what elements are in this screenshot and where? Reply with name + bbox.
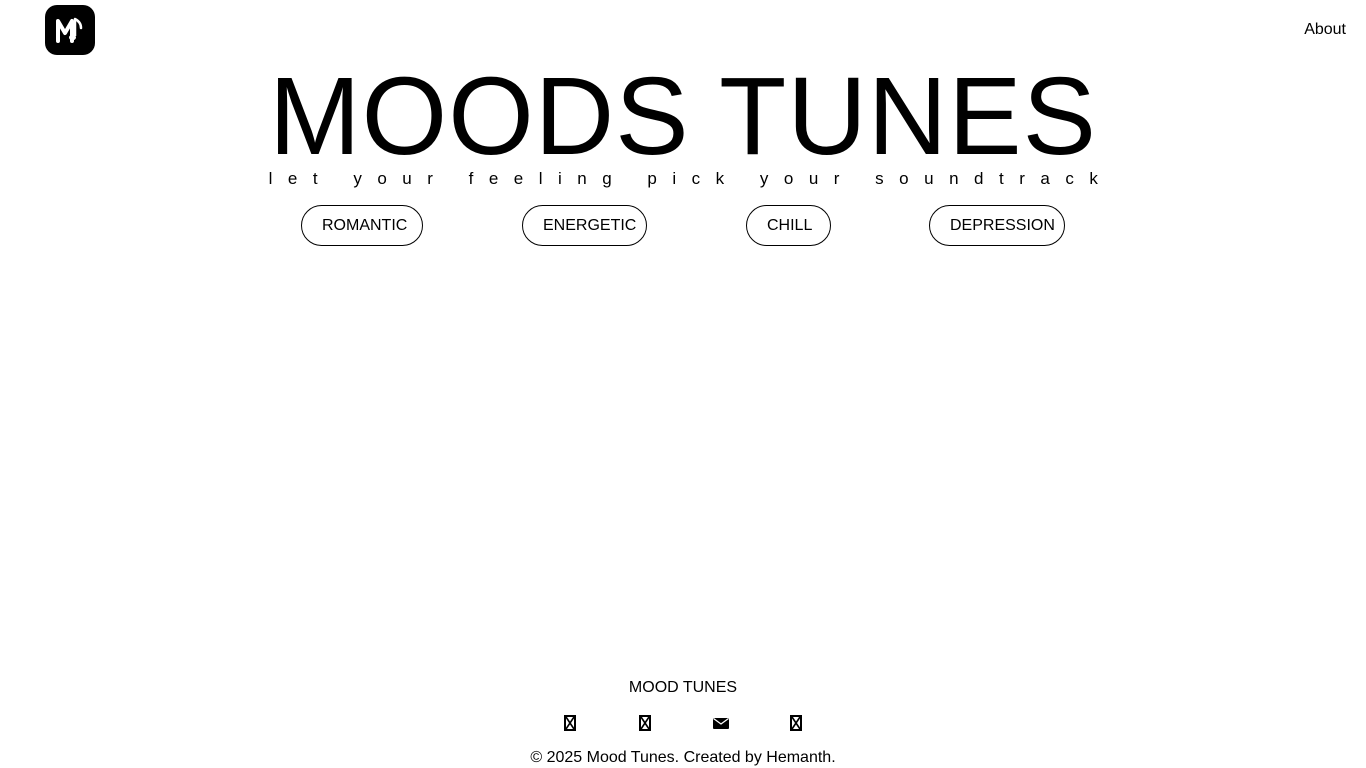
about-link[interactable]: About (1304, 21, 1346, 39)
logo[interactable] (45, 5, 95, 55)
tagline: let your feeling pick your soundtrack (268, 169, 1114, 188)
copyright-text: © 2025 Mood Tunes. Created by Hemanth. (530, 749, 836, 766)
footer-title: MOOD TUNES (628, 679, 738, 696)
envelope-icon (713, 717, 729, 729)
mood-button-romantic[interactable]: ROMANTIC (301, 205, 423, 246)
social-link-4[interactable] (787, 714, 805, 732)
hero-title: MOODS TUNES (269, 55, 1097, 178)
music-note-m-logo-icon (56, 17, 83, 43)
social-link-1[interactable] (561, 714, 579, 732)
page: About MOODS TUNES let your feeling pick … (0, 0, 1366, 768)
mood-button-chill[interactable]: CHILL (746, 205, 831, 246)
missing-glyph-icon (639, 715, 651, 731)
social-link-2[interactable] (636, 714, 654, 732)
mood-button-energetic[interactable]: ENERGETIC (522, 205, 647, 246)
email-link[interactable] (712, 714, 730, 732)
mood-button-depression[interactable]: DEPRESSION (929, 205, 1065, 246)
missing-glyph-icon (790, 715, 802, 731)
missing-glyph-icon (564, 715, 576, 731)
